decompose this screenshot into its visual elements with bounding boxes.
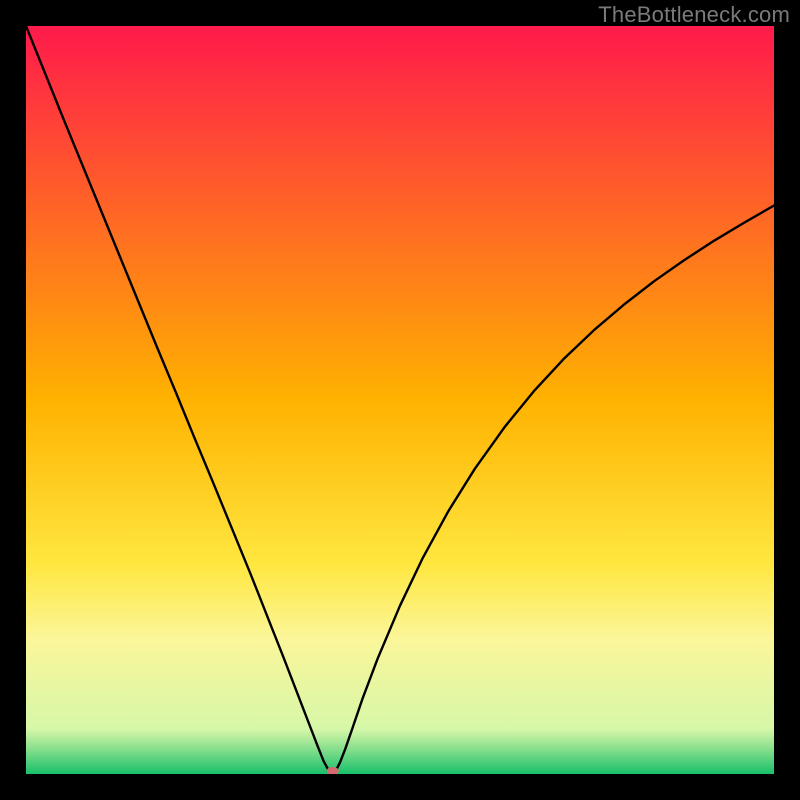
chart-frame: [26, 26, 774, 774]
bottleneck-chart: [26, 26, 774, 774]
watermark-text: TheBottleneck.com: [598, 2, 790, 28]
chart-background: [26, 26, 774, 774]
